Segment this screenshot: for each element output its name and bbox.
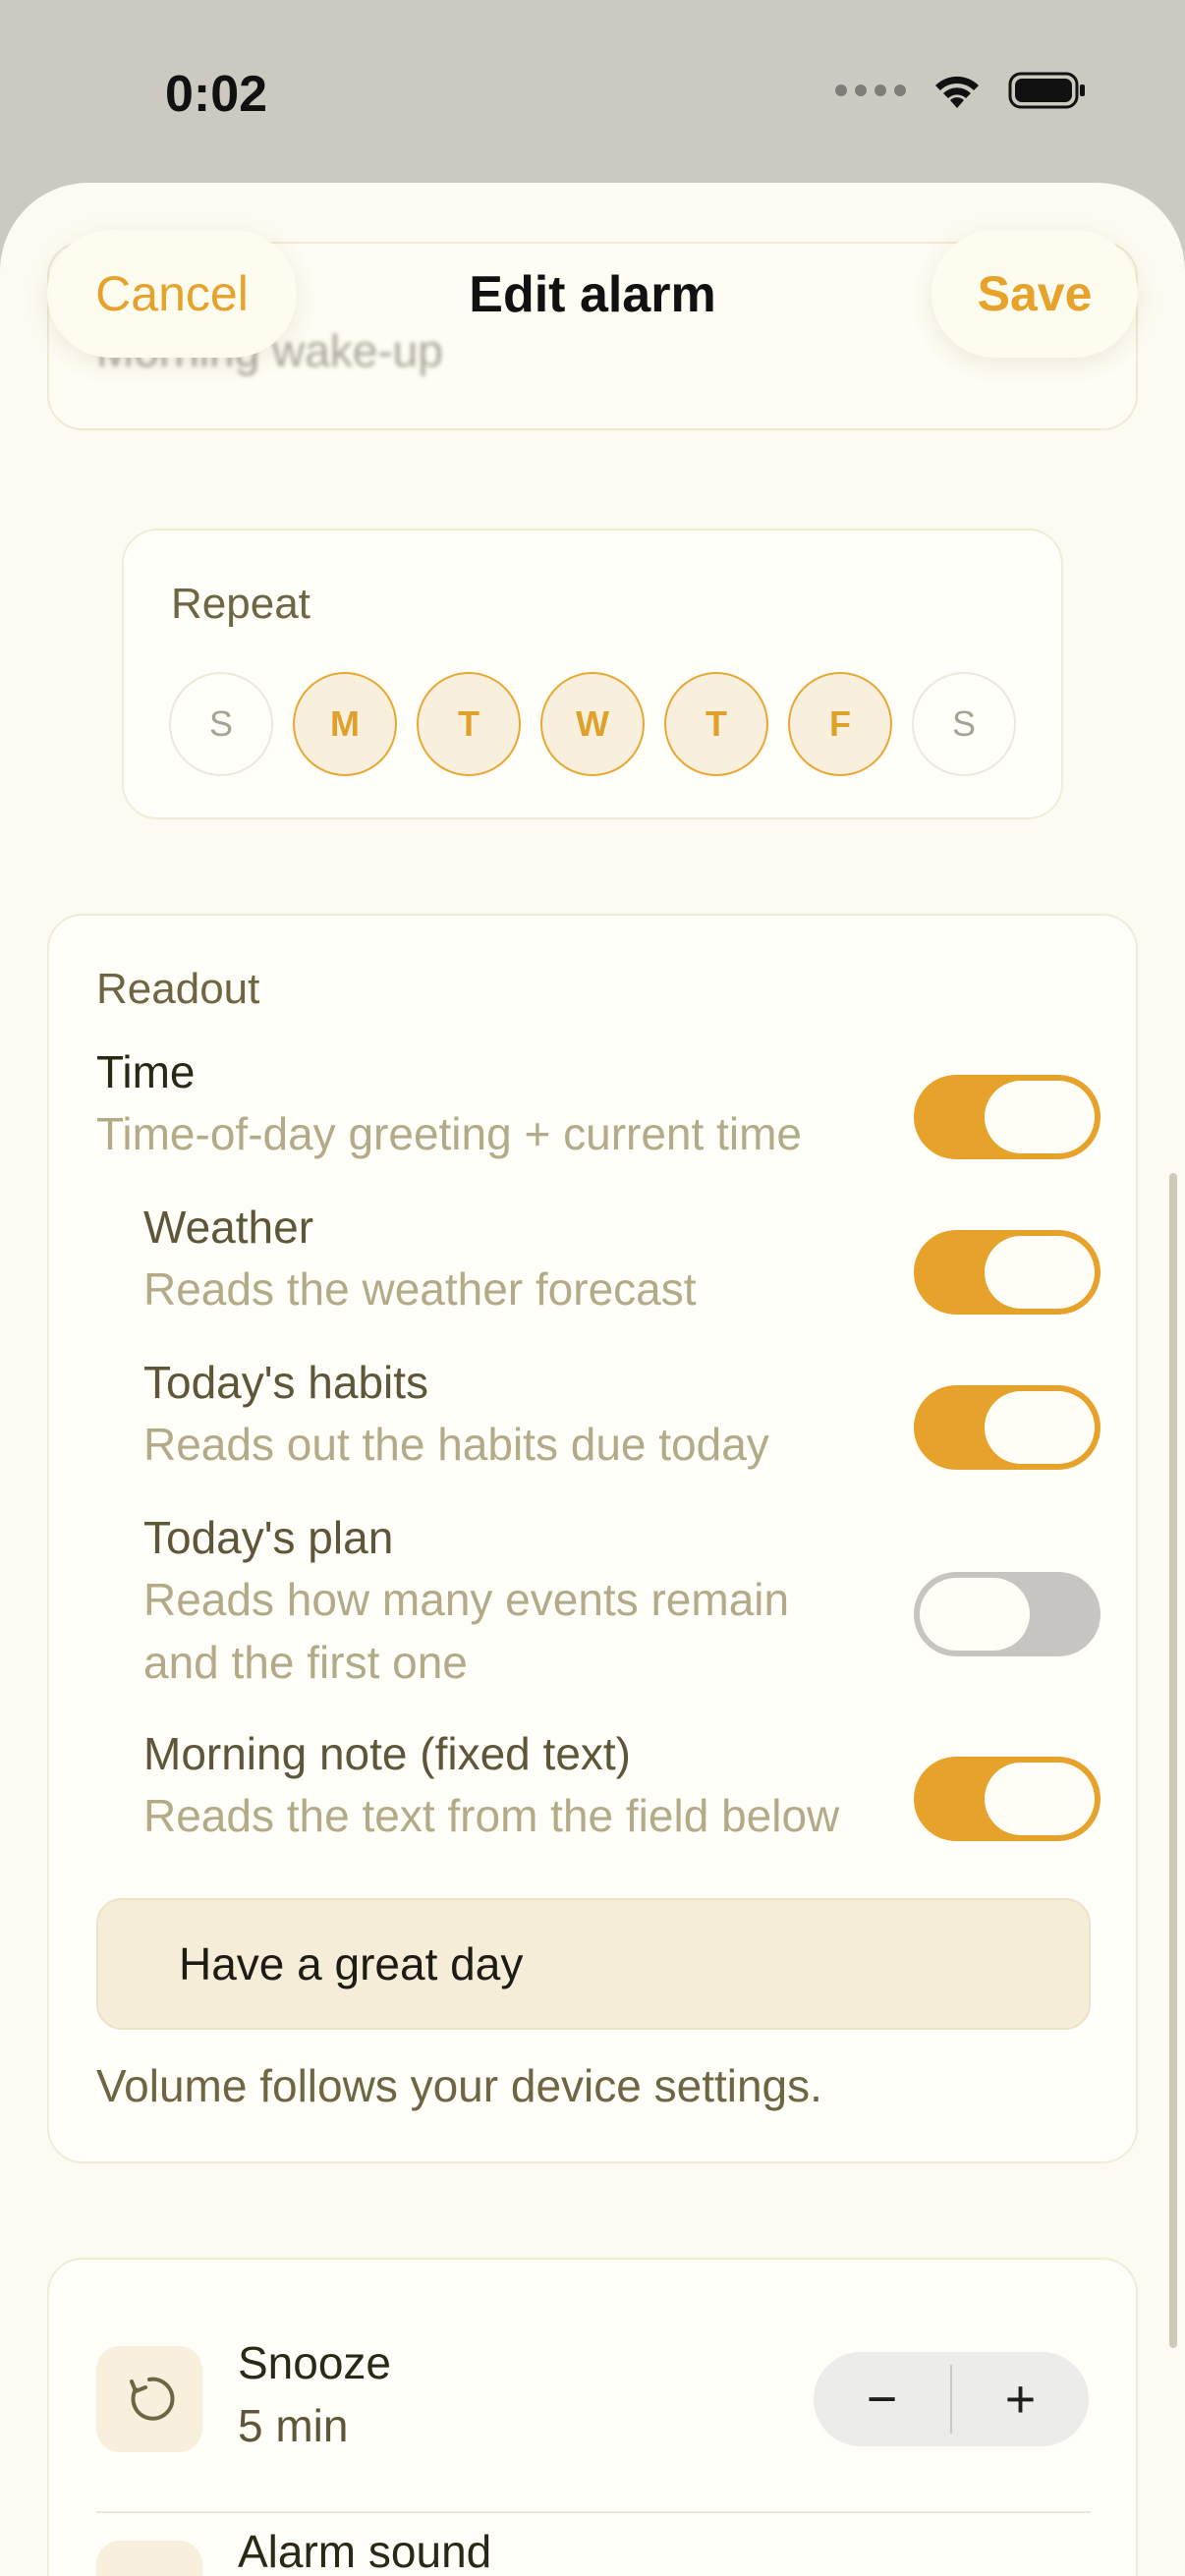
readout-item-title: Today's plan [143, 1512, 394, 1563]
readout-item-plan: Today's plan Reads how many events remai… [49, 1507, 1140, 1694]
day-toggle-sunday[interactable]: S [169, 672, 273, 776]
readout-item-time: Time Time-of-day greeting + current time [49, 1041, 1140, 1165]
habits-toggle[interactable] [914, 1385, 1100, 1470]
snooze-icon [96, 2346, 202, 2452]
snooze-title: Snooze [238, 2337, 392, 2388]
battery-icon [1008, 72, 1085, 109]
day-toggle-friday[interactable]: F [788, 672, 892, 776]
repeat-card: Repeat S M T W T F S [122, 529, 1063, 819]
divider [96, 2511, 1091, 2513]
status-time: 0:02 [165, 66, 268, 123]
scrollbar[interactable] [1169, 1173, 1177, 2348]
day-toggle-thursday[interactable]: T [664, 672, 768, 776]
wifi-icon [935, 76, 979, 108]
readout-title: Readout [96, 965, 260, 1013]
repeat-title: Repeat [171, 580, 310, 628]
edit-alarm-sheet: Morning wake-up Cancel Edit alarm Save R… [0, 183, 1185, 2576]
readout-card: Readout Time Time-of-day greeting + curr… [47, 914, 1138, 2163]
status-bar: 0:02 [0, 0, 1185, 187]
morning-note-input[interactable]: Have a great day [96, 1898, 1091, 2030]
snooze-increment-button[interactable]: + [952, 2352, 1089, 2446]
day-toggle-tuesday[interactable]: T [417, 672, 521, 776]
cellular-dots-icon [835, 84, 906, 96]
readout-item-weather: Weather Reads the weather forecast [49, 1197, 1140, 1320]
weather-toggle[interactable] [914, 1230, 1100, 1315]
nav-bar: Cancel Edit alarm Save [0, 183, 1185, 415]
status-icons [835, 71, 1087, 110]
readout-item-subtitle: Reads how many events remain and the fir… [143, 1574, 790, 1688]
day-toggle-monday[interactable]: M [293, 672, 397, 776]
volume-footnote: Volume follows your device settings. [96, 2060, 822, 2111]
day-toggle-saturday[interactable]: S [912, 672, 1016, 776]
morning-note-toggle[interactable] [914, 1757, 1100, 1841]
day-toggle-wednesday[interactable]: W [540, 672, 645, 776]
snooze-decrement-button[interactable]: − [814, 2352, 950, 2446]
plan-toggle[interactable] [914, 1572, 1100, 1656]
snooze-stepper: − + [814, 2352, 1089, 2446]
snooze-card: Snooze 5 min − + Alarm sound [47, 2258, 1138, 2576]
snooze-value: 5 min [238, 2400, 349, 2451]
save-button[interactable]: Save [931, 230, 1138, 358]
sound-icon [96, 2541, 202, 2576]
alarm-sound-title[interactable]: Alarm sound [238, 2525, 491, 2576]
time-toggle[interactable] [914, 1075, 1100, 1159]
readout-item-morning-note: Morning note (fixed text) Reads the text… [49, 1723, 1140, 1847]
readout-item-habits: Today's habits Reads out the habits due … [49, 1352, 1140, 1476]
weekday-selector: S M T W T F S [169, 672, 1016, 776]
